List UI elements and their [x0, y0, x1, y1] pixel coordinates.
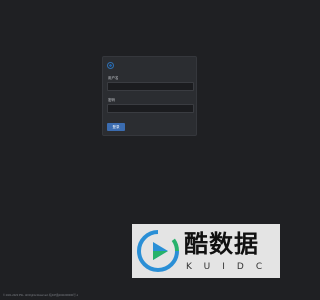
watermark-subtitle: KUIDC — [186, 262, 275, 272]
brand-logo-icon — [107, 62, 114, 69]
footer-copyright: © 2021-2023 PSL. All Rights Reserved. 皖I… — [3, 294, 79, 297]
play-logo-icon — [137, 230, 179, 272]
watermark: 酷数据 KUIDC — [132, 224, 280, 278]
login-card: 用户名 密码 登录 — [102, 56, 197, 136]
login-button[interactable]: 登录 — [107, 123, 125, 131]
watermark-name: 酷数据 — [184, 229, 259, 258]
page: 用户名 密码 登录 © 2021-2023 PSL. All Rights Re… — [0, 0, 300, 300]
password-label: 密码 — [108, 98, 115, 102]
username-label: 用户名 — [108, 76, 119, 80]
password-input[interactable] — [107, 104, 194, 113]
username-input[interactable] — [107, 82, 194, 91]
